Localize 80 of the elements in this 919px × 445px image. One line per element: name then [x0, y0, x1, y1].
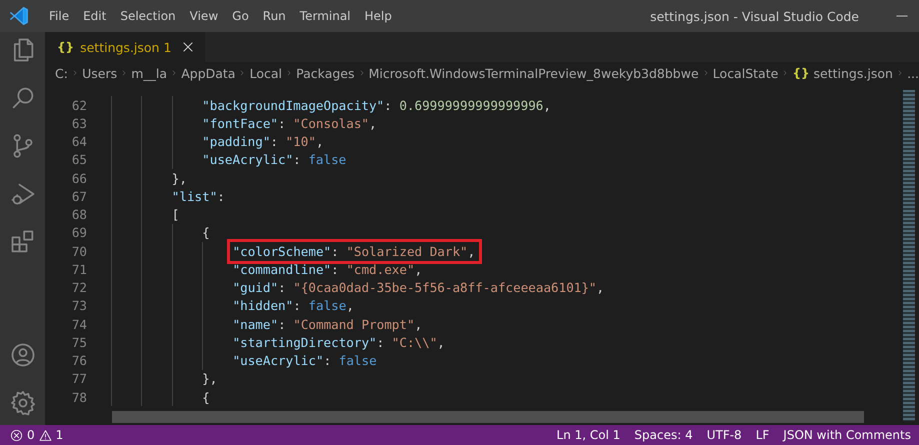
- breadcrumb-item[interactable]: Local: [250, 66, 282, 80]
- code-line: },: [172, 170, 187, 188]
- code-line: {: [202, 388, 210, 406]
- line-number: 63: [70, 116, 87, 131]
- breadcrumb-item[interactable]: Packages: [296, 66, 354, 80]
- settings-icon[interactable]: [8, 389, 36, 417]
- breadcrumb-item[interactable]: Microsoft.WindowsTerminalPreview_8wekyb3d8bbwe: [368, 66, 699, 80]
- line-number: 66: [70, 170, 87, 186]
- code-line: "hidden": false,: [232, 297, 354, 315]
- line-number: 69: [70, 225, 87, 240]
- line-number: 77: [70, 371, 87, 386]
- chevron-right-icon: [72, 68, 78, 78]
- line-number: 75: [70, 334, 87, 350]
- horizontal-scrollbar-thumb[interactable]: [112, 411, 864, 423]
- chevron-right-icon: [121, 68, 128, 78]
- code-line: "guid": "{0caa0dad-35be-5f56-a8ff-afceeeaa6101}",: [232, 279, 604, 297]
- line-number: 74: [70, 316, 87, 332]
- breadcrumb-item[interactable]: settings.json: [814, 66, 893, 80]
- json-file-icon: {}: [57, 40, 74, 54]
- menu-item[interactable]: Go: [225, 9, 256, 23]
- chevron-right-icon: [171, 68, 178, 78]
- line-number: 65: [70, 152, 87, 168]
- window-title: settings.json - Visual Studio Code: [650, 8, 859, 24]
- menu-item[interactable]: Selection: [113, 9, 183, 23]
- menu-item[interactable]: File: [42, 9, 76, 23]
- code-line: {: [202, 224, 210, 242]
- error-icon[interactable]: [10, 428, 23, 442]
- chevron-right-icon: [782, 68, 788, 78]
- code-line: "useAcrylic": false: [232, 352, 377, 370]
- line-number: 78: [70, 390, 87, 405]
- line-number: 68: [70, 207, 87, 222]
- chevron-right-icon: [702, 68, 709, 78]
- line-number: 76: [70, 353, 87, 368]
- chevron-right-icon: [896, 68, 904, 78]
- status-item[interactable]: Ln 1, Col 1: [556, 428, 620, 442]
- line-number: 72: [70, 280, 87, 296]
- line-number: 67: [70, 188, 87, 204]
- menu-item[interactable]: Edit: [76, 9, 114, 23]
- line-number: 62: [70, 98, 87, 113]
- breadcrumb-item[interactable]: ...: [907, 66, 919, 80]
- breadcrumb-item[interactable]: C:: [55, 66, 68, 80]
- line-number: 73: [70, 298, 87, 314]
- chevron-right-icon: [358, 68, 365, 78]
- status-item[interactable]: Spaces: 4: [634, 428, 693, 442]
- warning-count[interactable]: 1: [56, 428, 64, 442]
- line-number: 70: [70, 244, 87, 259]
- menu-item[interactable]: Terminal: [292, 9, 358, 23]
- line-number: 71: [70, 262, 87, 277]
- json-file-icon: {}: [792, 66, 810, 80]
- code-line: "fontFace": "Consolas",: [202, 114, 377, 132]
- menu-item[interactable]: View: [182, 9, 226, 23]
- code-line: "colorScheme": "Solarized Dark",: [232, 244, 476, 259]
- breadcrumb-item[interactable]: AppData: [181, 66, 236, 80]
- code-line: "commandline": "cmd.exe",: [232, 260, 422, 278]
- close-icon[interactable]: [181, 40, 196, 54]
- editor-tab[interactable]: {} settings.json 1: [45, 32, 206, 62]
- code-line: "name": "Command Prompt",: [232, 316, 422, 334]
- account-icon[interactable]: [8, 341, 36, 369]
- status-item[interactable]: UTF-8: [706, 428, 742, 442]
- menu-item[interactable]: Run: [256, 9, 293, 23]
- line-number: 64: [70, 134, 87, 150]
- code-line: },: [202, 370, 218, 388]
- code-line: "startingDirectory": "C:\\",: [232, 334, 445, 352]
- chevron-right-icon: [239, 68, 246, 78]
- tab-label: settings.json 1: [80, 40, 172, 54]
- error-count[interactable]: 0: [27, 428, 35, 442]
- status-item[interactable]: LF: [756, 428, 770, 442]
- warning-icon[interactable]: [38, 428, 52, 442]
- code-line: "padding": "10",: [202, 133, 324, 151]
- code-line: "list":: [172, 188, 225, 206]
- status-item[interactable]: JSON with Comments: [783, 428, 911, 442]
- chevron-right-icon: [286, 68, 292, 78]
- code-line: "useAcrylic": false: [202, 151, 346, 169]
- code-line: [: [172, 206, 180, 224]
- code-line: "backgroundImageOpacity": 0.69999999999999996,: [202, 96, 551, 114]
- vscode-logo-icon: [8, 5, 30, 27]
- menu-item[interactable]: Help: [358, 9, 399, 23]
- breadcrumb-item[interactable]: Users: [82, 66, 118, 80]
- breadcrumb-item[interactable]: m__la: [131, 66, 168, 80]
- breadcrumb-item[interactable]: LocalState: [712, 66, 778, 80]
